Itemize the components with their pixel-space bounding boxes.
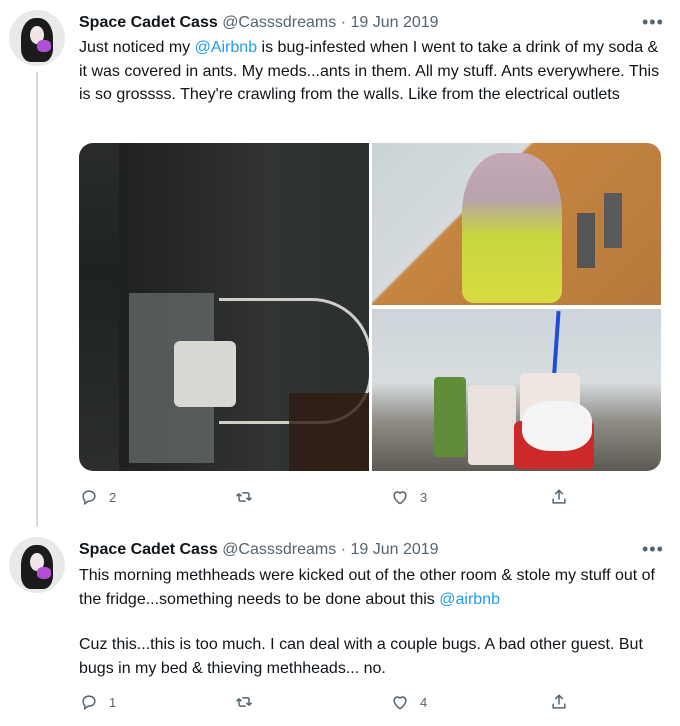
share-icon — [552, 489, 566, 504]
tweet-text-part: This morning methheads were kicked out o… — [79, 567, 655, 608]
retweet-button[interactable] — [234, 487, 254, 507]
reply-count: 2 — [109, 489, 117, 505]
photo-cups-on-floor[interactable] — [372, 309, 661, 471]
retweet-button[interactable] — [234, 692, 254, 712]
tweet-date[interactable]: 19 Jun 2019 — [350, 541, 438, 558]
photo-outlet[interactable] — [79, 143, 369, 471]
avatar[interactable] — [9, 537, 65, 593]
photo-soda-cup[interactable] — [372, 143, 661, 305]
more-options-icon[interactable]: ••• — [642, 12, 664, 33]
tweet-text: Just noticed my @Airbnb is bug-infested … — [79, 36, 669, 107]
tweet-header: Space Cadet Cass @Casssdreams · 19 Jun 2… — [79, 540, 439, 560]
mention-airbnb[interactable]: @Airbnb — [195, 39, 258, 56]
tweet-text: This morning methheads were kicked out o… — [79, 564, 669, 611]
tweet-text-part: Cuz this...this is too much. I can deal … — [79, 636, 643, 677]
tweet-text-paragraph-2: Cuz this...this is too much. I can deal … — [79, 633, 669, 680]
display-name[interactable]: Space Cadet Cass — [79, 541, 218, 558]
like-icon — [393, 696, 407, 710]
thread-connector — [36, 72, 38, 527]
display-name[interactable]: Space Cadet Cass — [79, 14, 218, 31]
reply-icon — [82, 695, 96, 711]
like-icon — [393, 491, 407, 505]
tweet-actions: 2 3 — [79, 487, 661, 511]
user-handle[interactable]: @Casssdreams — [222, 541, 336, 558]
retweet-icon — [235, 697, 253, 707]
share-button[interactable] — [549, 692, 569, 712]
like-count: 3 — [420, 489, 428, 505]
user-handle[interactable]: @Casssdreams — [222, 14, 336, 31]
tweet-date[interactable]: 19 Jun 2019 — [350, 14, 438, 31]
reply-button[interactable]: 1 — [79, 692, 116, 712]
separator: · — [340, 14, 347, 31]
share-icon — [552, 694, 566, 709]
like-button[interactable]: 3 — [390, 487, 427, 507]
tweet-text-part: Just noticed my — [79, 39, 195, 56]
like-button[interactable]: 4 — [390, 692, 427, 712]
reply-button[interactable]: 2 — [79, 487, 116, 507]
retweet-icon — [235, 492, 253, 502]
more-options-icon[interactable]: ••• — [642, 539, 664, 560]
avatar[interactable] — [9, 10, 65, 66]
separator: · — [340, 541, 347, 558]
reply-icon — [82, 490, 96, 506]
tweet-media-grid — [79, 143, 661, 471]
share-button[interactable] — [549, 487, 569, 507]
reply-count: 1 — [109, 694, 117, 710]
like-count: 4 — [420, 694, 428, 710]
tweet-actions: 1 4 — [79, 692, 661, 716]
mention-airbnb[interactable]: @airbnb — [439, 591, 500, 608]
tweet-header: Space Cadet Cass @Casssdreams · 19 Jun 2… — [79, 13, 439, 33]
